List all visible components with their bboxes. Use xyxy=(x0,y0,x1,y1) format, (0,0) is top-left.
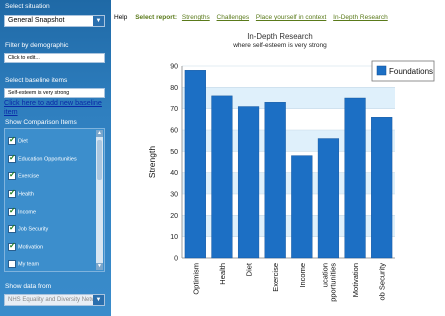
comparison-item-label: Health xyxy=(18,191,34,198)
y-tick-label: 10 xyxy=(170,234,178,241)
x-tick-label: Exercise xyxy=(271,263,280,292)
comparison-label: Show Comparison Items xyxy=(5,119,77,126)
situation-select[interactable]: General Snapshot ▼ xyxy=(4,15,105,27)
chevron-down-icon[interactable]: ▼ xyxy=(93,16,104,26)
help-link[interactable]: Help xyxy=(114,14,127,21)
y-tick-label: 90 xyxy=(170,64,178,71)
y-axis-label: Strength xyxy=(147,146,157,178)
y-tick-label: 0 xyxy=(174,256,178,263)
report-link-context[interactable]: Place yourself in context xyxy=(256,14,326,21)
bar-chart: 0 10 20 30 40 50 60 70 80 90 Strength Optimism Healt… xyxy=(147,60,435,302)
x-tick-label: Motivation xyxy=(351,263,360,297)
y-tick-label: 80 xyxy=(170,85,178,92)
y-tick-label: 50 xyxy=(170,149,178,156)
x-tick-label: Diet xyxy=(245,262,254,276)
legend-swatch xyxy=(376,65,387,76)
baseline-label: Select baseline items xyxy=(5,77,68,84)
select-report-label: Select report: xyxy=(135,14,178,21)
chart-subtitle: where self-esteem is very strong xyxy=(233,42,327,49)
sidebar: Select situation General Snapshot ▼ Filt… xyxy=(0,0,111,316)
checkbox[interactable] xyxy=(8,153,16,163)
report-nav: Help Select report: Strengths Challenges… xyxy=(114,14,393,21)
bar xyxy=(237,106,260,259)
checkbox[interactable] xyxy=(8,170,16,180)
checkbox[interactable] xyxy=(8,223,16,233)
scroll-thumb[interactable] xyxy=(97,140,102,180)
bar xyxy=(371,116,393,259)
bar xyxy=(264,102,286,259)
comparison-list: Diet Education Opportunities Exercise He… xyxy=(4,128,105,272)
comparison-item[interactable]: My team xyxy=(8,260,39,272)
situation-label: Select situation xyxy=(5,3,50,10)
comparison-item-label: Job Security xyxy=(18,226,49,233)
bar xyxy=(291,155,313,259)
comparison-item[interactable]: Health xyxy=(8,188,34,202)
comparison-item[interactable]: Diet xyxy=(8,135,28,149)
scroll-down-icon[interactable]: ▼ xyxy=(96,263,103,270)
comparison-item-label: Income xyxy=(18,209,37,216)
chevron-down-icon[interactable]: ▼ xyxy=(93,295,104,305)
comparison-item-label: Motivation xyxy=(18,244,44,251)
comparison-item-label: Education Opportunities xyxy=(18,156,77,163)
comparison-item-label: My team xyxy=(18,261,40,268)
add-baseline-link[interactable]: Click here to add new baseline item xyxy=(4,98,111,116)
x-tick-label: Health xyxy=(218,263,227,285)
y-tick-label: 40 xyxy=(170,170,178,177)
data-from-select[interactable]: NHS Equality and Diversity Netwo ▼ xyxy=(4,294,105,306)
checkbox[interactable] xyxy=(8,135,16,145)
comparison-item-label: Exercise xyxy=(18,173,40,180)
grid-band xyxy=(182,66,395,88)
y-tick-label: 20 xyxy=(170,213,178,220)
report-link-challenges[interactable]: Challenges xyxy=(217,14,250,21)
y-tick-label: 70 xyxy=(170,106,178,113)
data-from-value: NHS Equality and Diversity Netwo xyxy=(8,297,99,303)
legend-label: Foundations xyxy=(389,67,433,76)
data-from-label: Show data from xyxy=(5,283,52,290)
comparison-item[interactable]: Motivation xyxy=(8,241,44,255)
chart-title: In-Depth Research xyxy=(247,32,313,41)
demographic-label: Filter by demographic xyxy=(5,42,69,49)
comparison-item-label: Diet xyxy=(18,138,28,145)
report-link-in-depth[interactable]: In-Depth Research xyxy=(333,14,388,21)
baseline-input[interactable]: Self-esteem is very strong xyxy=(4,88,105,98)
report-link-strengths[interactable]: Strengths xyxy=(182,14,210,21)
bar xyxy=(344,97,366,259)
y-tick-label: 60 xyxy=(170,128,178,135)
scroll-up-icon[interactable]: ▲ xyxy=(96,130,103,137)
bar xyxy=(184,70,206,259)
comparison-item[interactable]: Income xyxy=(8,206,37,220)
checkbox[interactable] xyxy=(8,206,16,216)
x-tick-label: ucationpportunities xyxy=(320,263,337,302)
y-tick-label: 30 xyxy=(170,192,178,199)
comparison-item[interactable]: Job Security xyxy=(8,223,49,237)
situation-value: General Snapshot xyxy=(8,17,65,24)
bar xyxy=(317,138,340,259)
bar xyxy=(211,95,233,259)
checkbox[interactable] xyxy=(8,188,16,198)
demographic-input[interactable]: Click to edit... xyxy=(4,53,105,63)
comparison-scrollbar[interactable]: ▲ ▼ xyxy=(96,130,103,270)
comparison-item[interactable]: Exercise xyxy=(8,170,40,184)
x-tick-label: Optimism xyxy=(191,263,200,295)
x-tick-label: ob Security xyxy=(378,263,387,301)
checkbox[interactable] xyxy=(8,260,16,268)
comparison-item[interactable]: Education Opportunities xyxy=(8,153,77,167)
x-tick-label: Income xyxy=(298,263,307,288)
checkbox[interactable] xyxy=(8,241,16,251)
